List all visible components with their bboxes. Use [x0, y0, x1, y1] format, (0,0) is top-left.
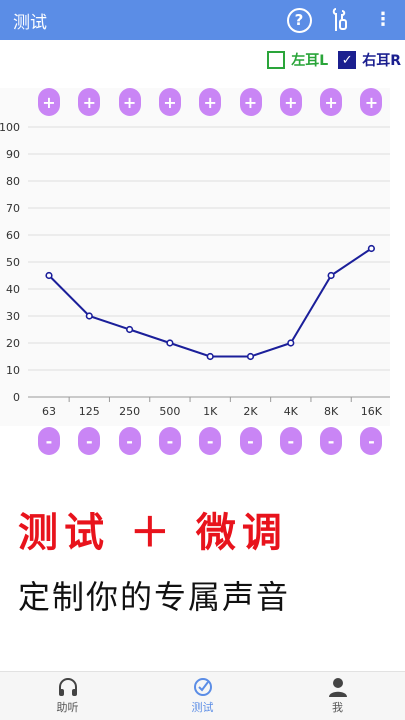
y-tick-label: 70 [6, 202, 20, 215]
nav-item-test[interactable]: 测试 [135, 672, 270, 720]
x-tick-label: 500 [159, 405, 180, 418]
y-tick-label: 60 [6, 229, 20, 242]
x-tick-label: 1K [203, 405, 218, 418]
data-point [166, 339, 174, 347]
earphone-icon [332, 8, 347, 31]
page-title: 测试 [13, 12, 47, 33]
left-ear-option[interactable]: 左耳L [267, 50, 328, 70]
y-tick-label: 80 [6, 175, 20, 188]
user-icon [328, 678, 347, 697]
right-ear-checkbox[interactable]: ✓ [338, 51, 357, 69]
data-point [327, 271, 335, 280]
data-point [246, 352, 255, 361]
help-button[interactable]: ? [285, 6, 313, 34]
data-point [45, 271, 53, 280]
nav-label-hearing-aid: 助听 [56, 701, 79, 714]
left-ear-checkbox[interactable] [267, 51, 286, 69]
right-ear-label: 右耳R [362, 53, 401, 69]
x-tick-label: 63 [42, 405, 56, 418]
increase-button[interactable]: + [78, 88, 101, 116]
y-tick-label: 0 [13, 391, 20, 404]
decrease-button[interactable]: - [320, 427, 343, 455]
decrease-button[interactable]: - [118, 427, 141, 455]
ear-selector: 左耳L ✓ 右耳R [257, 50, 401, 70]
audiogram-chart-area: 0 10 20 30 40 50 60 70 80 90 100 63 125 250 500 1K 2K 4K 8… [0, 88, 390, 455]
bottom-navigation: 助听 测试 我 [0, 671, 405, 720]
data-point [287, 339, 295, 347]
increase-button[interactable]: + [320, 88, 343, 116]
x-tick-label: 2K [243, 405, 258, 418]
question-circle-icon: ? [286, 7, 312, 33]
audiogram-chart: 0 10 20 30 40 50 60 70 80 90 100 63 125 250 500 1K 2K 4K 8… [0, 121, 390, 418]
x-tick-label: 4K [284, 405, 299, 418]
decrease-button[interactable]: - [158, 427, 181, 455]
increase-button[interactable]: + [199, 88, 222, 116]
x-tick-label: 250 [119, 405, 140, 418]
headphones-icon [58, 678, 77, 696]
x-tick-label: 8K [324, 405, 339, 418]
check-circle-icon [193, 678, 212, 696]
y-tick-label: 20 [6, 337, 20, 350]
appbar-actions: ? ⋮ [271, 0, 397, 40]
y-tick-label: 30 [6, 310, 20, 323]
nav-label-test: 测试 [191, 701, 214, 714]
y-tick-label: 10 [6, 364, 20, 377]
y-tick-label: 90 [6, 148, 20, 161]
y-tick-label: 40 [6, 283, 20, 296]
app-bar: 测试 ? ⋮ [0, 0, 405, 40]
nav-item-hearing-aid[interactable]: 助听 [0, 672, 135, 720]
increase-button[interactable]: + [118, 88, 141, 116]
data-point [367, 244, 376, 253]
increase-button[interactable]: + [38, 88, 60, 116]
nav-item-me[interactable]: 我 [270, 672, 405, 720]
more-button[interactable]: ⋮ [369, 6, 397, 34]
more-vertical-icon: ⋮ [374, 9, 392, 30]
right-ear-option[interactable]: ✓ 右耳R [338, 50, 401, 70]
decrease-button[interactable]: - [38, 427, 60, 455]
series-line [48, 247, 372, 358]
decrease-button[interactable]: - [199, 427, 222, 455]
decrease-button[interactable]: - [239, 427, 262, 455]
increase-button[interactable]: + [158, 88, 181, 116]
increase-button[interactable]: + [239, 88, 262, 116]
app: 测试 ? ⋮ 左耳L ✓ 右耳R 0 10 20 30 40 50 60 70 … [0, 0, 405, 720]
x-tick-label: 16K [361, 405, 383, 418]
nav-label-me: 我 [332, 701, 343, 714]
promo-subline: 定制你的专属声音 [18, 578, 291, 616]
y-tick-label: 50 [6, 256, 20, 269]
x-tick-label: 125 [79, 405, 100, 418]
promo-headline: 测试 ＋ 微调 [18, 509, 288, 556]
data-point [206, 352, 214, 361]
y-tick-label: 100 [0, 121, 20, 134]
decrease-button[interactable]: - [78, 427, 101, 455]
increase-button[interactable]: + [360, 88, 383, 116]
data-point [126, 325, 134, 334]
decrease-button[interactable]: - [360, 427, 383, 455]
data-point [85, 312, 93, 320]
left-ear-label: 左耳L [291, 53, 329, 69]
increase-button[interactable]: + [279, 88, 302, 116]
ear-device-button[interactable] [327, 6, 355, 34]
decrease-button[interactable]: - [279, 427, 302, 455]
